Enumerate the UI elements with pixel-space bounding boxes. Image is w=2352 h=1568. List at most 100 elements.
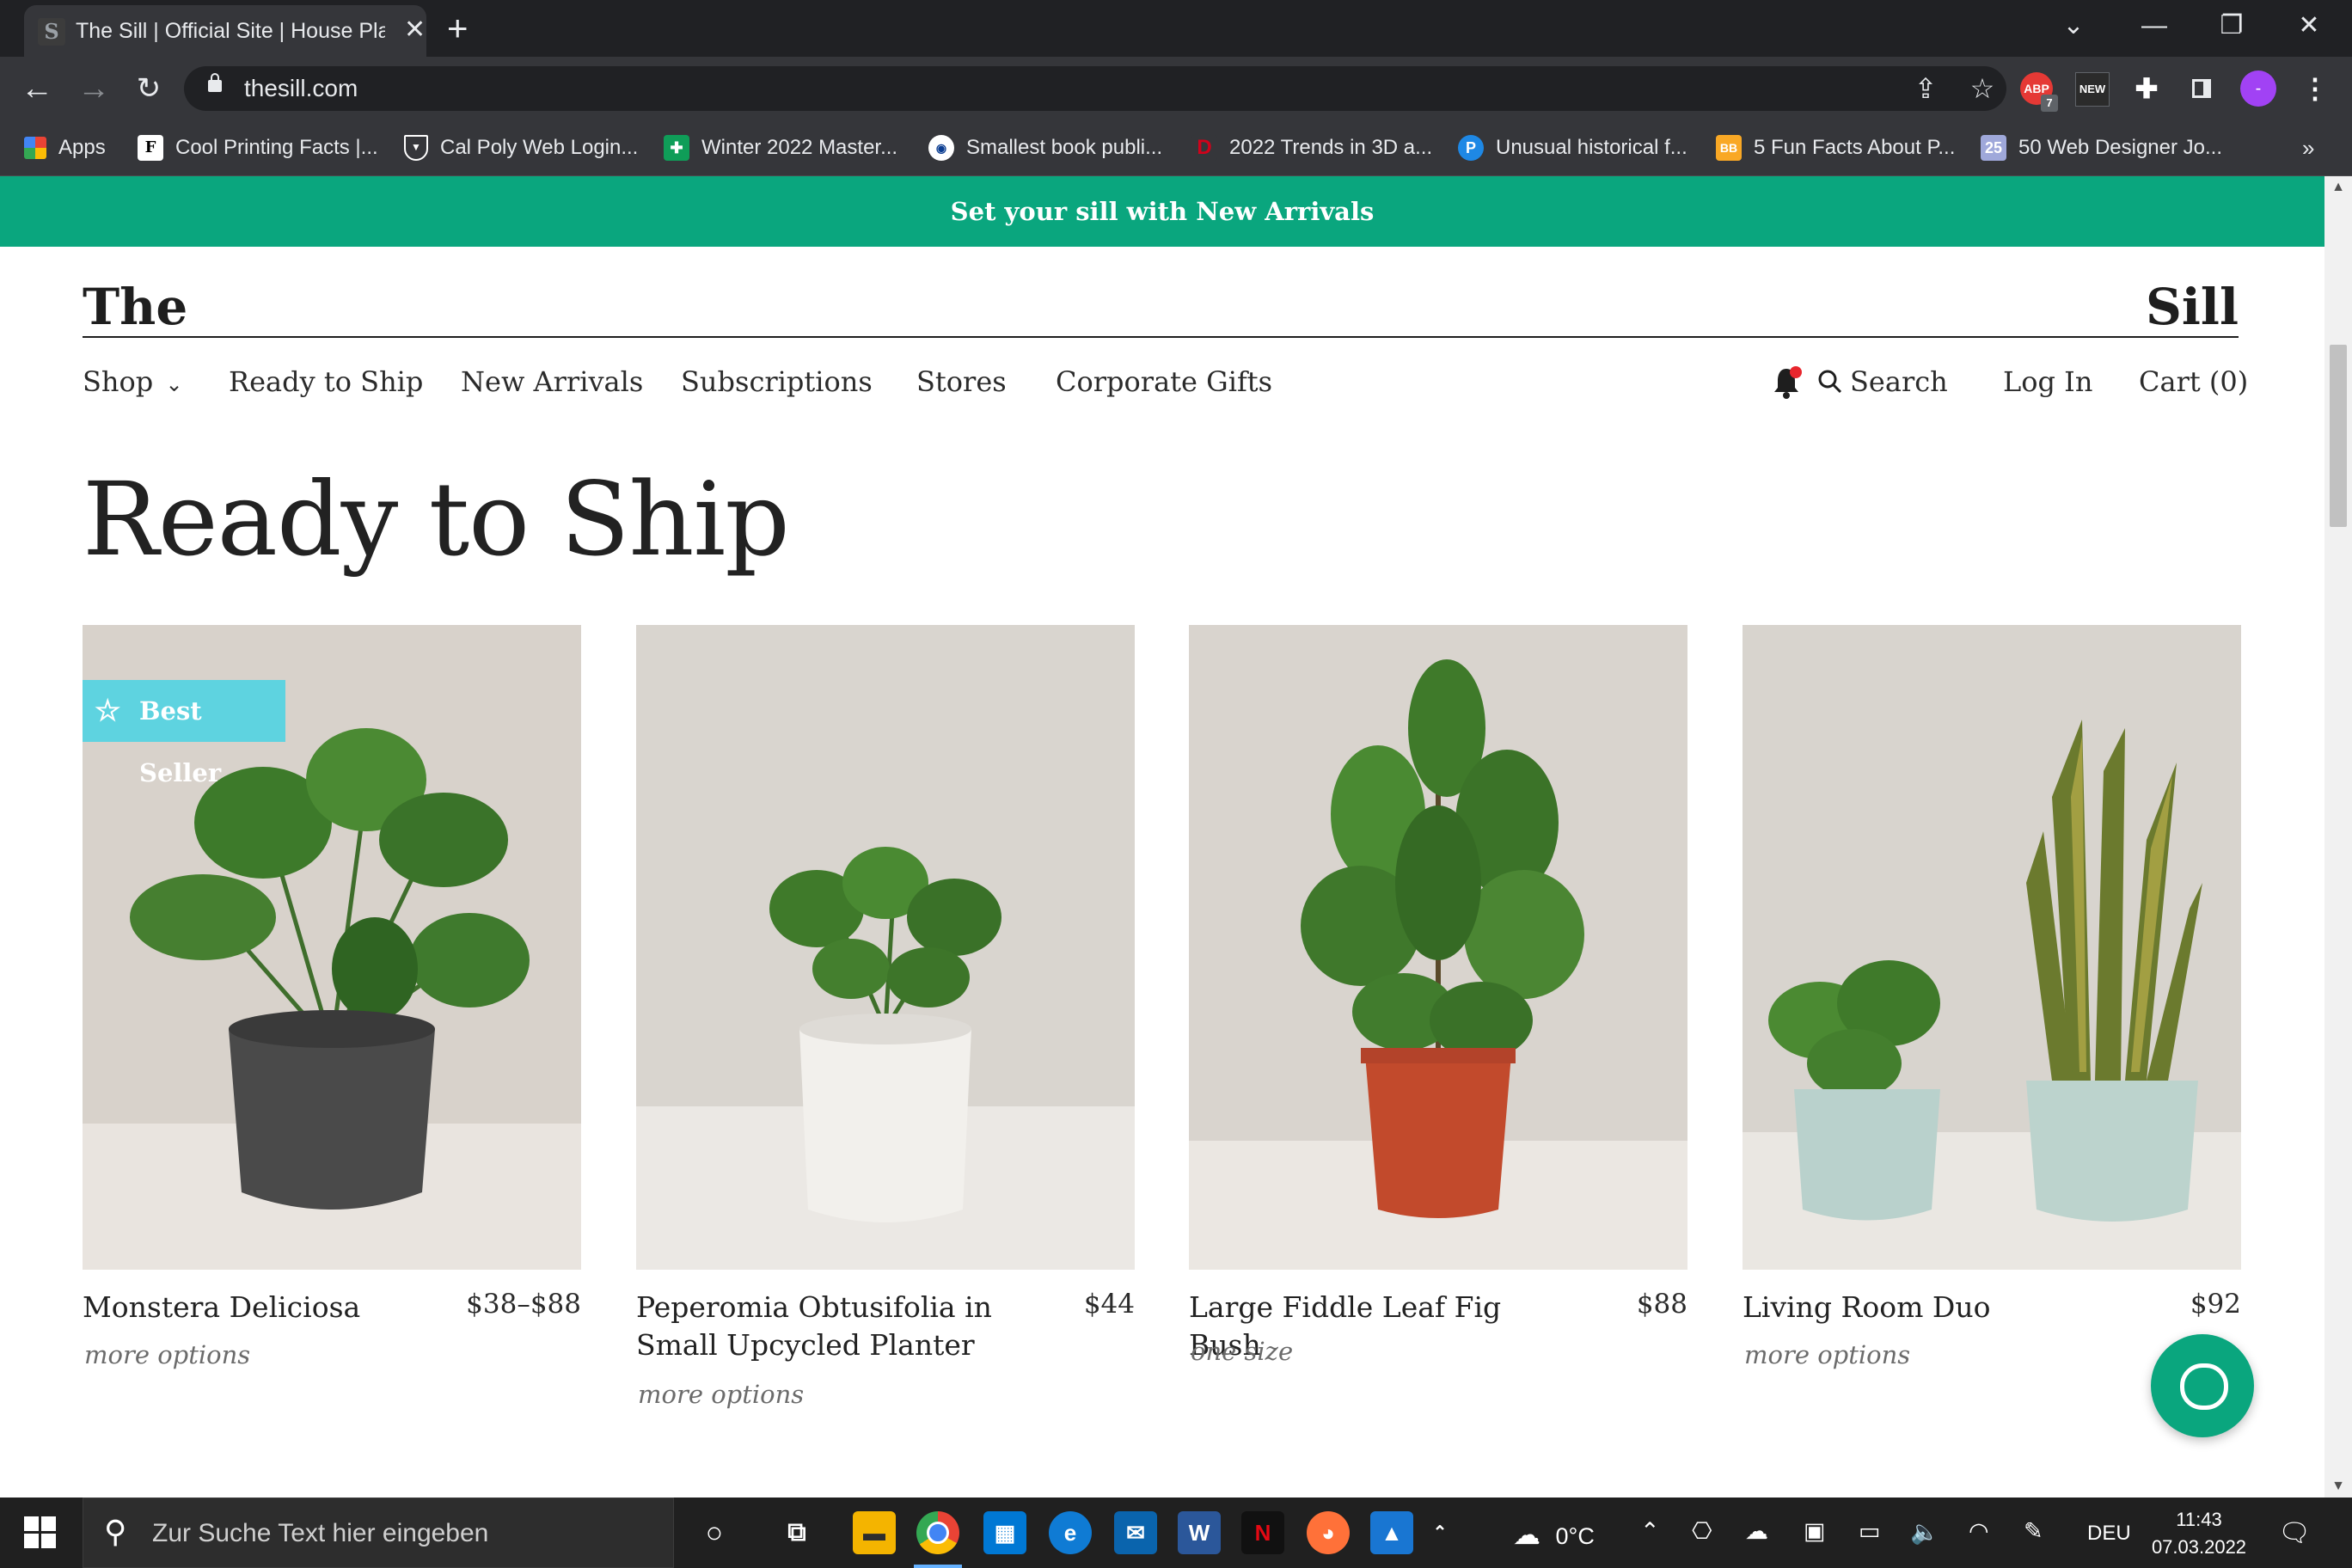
nav-new-arrivals[interactable]: New Arrivals [461,365,643,398]
close-window-button[interactable]: ✕ [2283,9,2335,43]
scroll-up-arrow-icon[interactable]: ▲ [2324,180,2352,195]
bookmarks-overflow-chevron-icon[interactable]: » [2302,131,2314,165]
p-logo-icon: P [1458,135,1484,161]
language-indicator[interactable]: DEU [2087,1522,2131,1546]
chrome-icon[interactable] [916,1511,959,1554]
bookmark-cool-printing[interactable]: F Cool Printing Facts |... [138,131,378,165]
cortana-icon[interactable]: ○ [693,1511,736,1554]
show-hidden-icons-chevron-icon[interactable]: ⌃ [1640,1518,1660,1545]
bookmark-star-icon[interactable]: ☆ [1965,71,2000,106]
address-bar[interactable]: thesill.com ⇪ ☆ [184,66,2006,111]
battery-icon[interactable]: ▭ [1859,1518,1881,1545]
announcement-bar[interactable]: Set your sill with New Arrivals [0,176,2324,247]
side-panel-icon[interactable] [2185,72,2218,105]
back-arrow-icon[interactable]: ← [17,69,57,108]
firefox-icon[interactable]: ◕ [1307,1511,1350,1554]
chat-bubble-icon [2180,1363,2228,1410]
wifi-icon[interactable]: ◠ [1969,1518,1989,1545]
product-options-link[interactable]: more options [638,1380,804,1409]
bookmark-cal-poly[interactable]: ▼ Cal Poly Web Login... [404,131,638,165]
mail-icon[interactable]: ✉ [1114,1511,1157,1554]
taskbar-search-box[interactable]: ⚲ Zur Suche Text hier eingeben [83,1498,674,1568]
bookmark-apps[interactable]: Apps [24,131,106,165]
scrollbar-thumb[interactable] [2330,345,2347,527]
search-button[interactable]: Search [1817,365,1948,398]
new-tab-button[interactable]: + [447,9,469,48]
windows-start-icon[interactable] [24,1516,57,1549]
notifications-icon[interactable]: 🗨 [2278,1518,2311,1548]
apps-grid-icon [24,137,46,159]
product-options-link[interactable]: more options [84,1340,250,1369]
taskbar-overflow-icon[interactable]: ⌃ [1427,1511,1453,1554]
cart-link[interactable]: Cart (0) [2139,365,2248,398]
microsoft-store-icon[interactable]: ▦ [983,1511,1026,1554]
chat-support-button[interactable] [2151,1334,2254,1437]
brand-logo-left[interactable]: The [83,278,187,336]
minimize-button[interactable]: — [2128,9,2180,43]
profile-avatar[interactable]: - [2240,70,2276,107]
sheets-icon: ✚ [664,135,689,161]
browser-toolbar: ← → ↻ thesill.com ⇪ ☆ ABP 7 NEW ✚ - ⋮ [0,57,2352,120]
restore-button[interactable]: ❐ [2206,9,2257,43]
brand-logo-right[interactable]: Sill [2146,278,2239,336]
new-extension-icon[interactable]: NEW [2075,72,2110,107]
login-link[interactable]: Log In [2003,365,2092,398]
adblock-icon[interactable]: ABP 7 [2020,72,2058,112]
product-card[interactable]: Peperomia Obtusifolia in Small Upcycled … [636,625,1135,1409]
nav-stores[interactable]: Stores [916,365,1007,398]
notification-bell-icon[interactable] [1771,365,1802,407]
forward-arrow-icon[interactable]: → [74,69,113,108]
share-icon[interactable]: ⇪ [1908,71,1943,106]
file-explorer-icon[interactable]: ▬ [853,1511,896,1554]
scroll-down-arrow-icon[interactable]: ▼ [2324,1479,2352,1494]
bookmark-unusual-historical[interactable]: P Unusual historical f... [1458,131,1687,165]
product-name[interactable]: Peperomia Obtusifolia in Small Upcycled … [636,1289,1006,1364]
tab-close-icon[interactable]: ✕ [404,15,426,45]
product-image-living-room-duo[interactable] [1743,625,2241,1270]
product-card[interactable]: Living Room Duo $92 more options [1743,625,2241,1369]
meet-now-icon[interactable]: ⎔ [1692,1518,1712,1545]
product-price: $92 [2190,1289,2241,1320]
chrome-menu-icon[interactable]: ⋮ [2299,72,2331,105]
edge-icon[interactable]: e [1049,1511,1092,1554]
photos-icon[interactable]: ▲ [1370,1511,1413,1554]
weather-widget[interactable]: ☁ 0°C [1513,1518,1595,1551]
product-name[interactable]: Monstera Deliciosa [83,1289,452,1326]
taskbar-clock[interactable]: 11:43 07.03.2022 [2139,1506,2259,1561]
volume-icon[interactable]: 🔈 [1910,1518,1939,1546]
product-card[interactable]: ☆ Best Seller Monstera Deliciosa $38–$88… [83,625,581,1369]
bookmark-smallest-book[interactable]: ◉ Smallest book publi... [928,131,1162,165]
onedrive-icon[interactable]: ☁ [1745,1518,1768,1545]
browser-tab[interactable]: S The Sill | Official Site | House Plan … [24,5,426,57]
bookmark-web-designer[interactable]: 25 50 Web Designer Jo... [1981,131,2222,165]
netflix-icon[interactable]: N [1241,1511,1284,1554]
product-image-fiddle-leaf[interactable] [1189,625,1687,1270]
nav-ready-to-ship[interactable]: Ready to Ship [229,365,423,398]
bookmark-winter-master[interactable]: ✚ Winter 2022 Master... [664,131,897,165]
product-options-link[interactable]: more options [1744,1340,1910,1369]
lock-icon[interactable] [208,73,222,92]
bookmark-fun-facts[interactable]: BB 5 Fun Facts About P... [1716,131,1955,165]
pen-icon[interactable]: ✎ [2024,1518,2043,1545]
nav-corporate-gifts[interactable]: Corporate Gifts [1056,365,1272,398]
nav-subscriptions[interactable]: Subscriptions [681,365,873,398]
product-card[interactable]: Large Fiddle Leaf Fig Bush $88 one size [1189,625,1687,1366]
task-view-icon[interactable]: ⧉ [775,1511,818,1554]
product-price: $88 [1636,1289,1687,1320]
product-image-peperomia[interactable] [636,625,1135,1270]
word-icon[interactable]: W [1178,1511,1221,1554]
extensions-puzzle-icon[interactable]: ✚ [2130,72,2163,105]
reload-icon[interactable]: ↻ [129,69,168,108]
product-image-monstera[interactable]: ☆ Best Seller [83,625,581,1270]
page-scrollbar[interactable]: ▲ ▼ [2324,176,2352,1498]
bookmark-label: 5 Fun Facts About P... [1754,136,1956,159]
display-icon[interactable]: ▣ [1804,1518,1826,1545]
url-text[interactable]: thesill.com [244,75,358,102]
browser-tab-strip: S The Sill | Official Site | House Plan … [0,0,2352,57]
active-app-indicator [914,1565,962,1568]
nav-shop[interactable]: Shop ⌄ [83,365,183,398]
product-name[interactable]: Living Room Duo [1743,1289,2112,1326]
cloud-snow-icon: ☁ [1513,1519,1540,1550]
bookmark-3d-trends[interactable]: D 2022 Trends in 3D a... [1191,131,1432,165]
tab-search-chevron-icon[interactable]: ⌄ [2048,9,2099,43]
